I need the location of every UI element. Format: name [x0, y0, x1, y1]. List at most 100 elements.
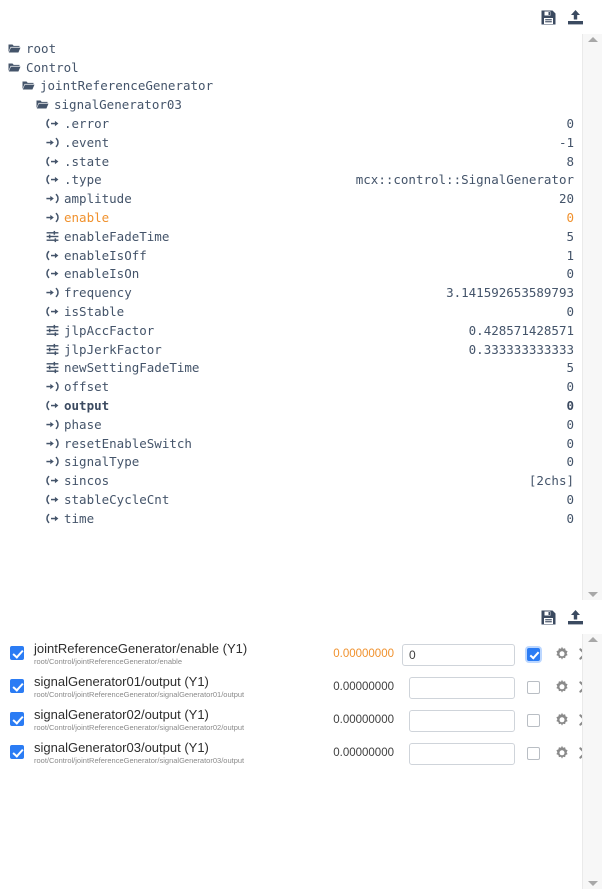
- folder-icon: [8, 42, 21, 55]
- save-icon[interactable]: [540, 9, 557, 26]
- upload-icon[interactable]: [567, 609, 584, 626]
- signal-enable-checkbox[interactable]: [10, 679, 24, 693]
- signal-enable-checkbox[interactable]: [10, 712, 24, 726]
- output-icon: [46, 155, 59, 168]
- tree-row-value: 8: [566, 153, 574, 169]
- tree-row-value: 0: [566, 398, 574, 414]
- gear-icon[interactable]: [554, 646, 570, 662]
- signal-write-toggle[interactable]: [527, 747, 540, 760]
- signal-name-block: signalGenerator02/output (Y1) root/Contro…: [34, 706, 302, 733]
- tree-row[interactable]: amplitude 20: [0, 189, 582, 208]
- tree-row[interactable]: .event -1: [0, 133, 582, 152]
- input-icon: [46, 380, 59, 393]
- tree-row-value: 0: [566, 435, 574, 451]
- input-icon: [46, 455, 59, 468]
- tree-row-label: jlpJerkFactor: [64, 341, 162, 357]
- signal-row-list: jointReferenceGenerator/enable (Y1) root/…: [0, 640, 582, 772]
- signal-value: 0.00000000: [333, 648, 394, 660]
- tree-row[interactable]: stableCycleCnt 0: [0, 490, 582, 509]
- tree-row-label: offset: [64, 379, 110, 395]
- signal-scrollbar[interactable]: [582, 634, 602, 889]
- output-icon: [46, 512, 59, 525]
- scroll-up-arrow-icon[interactable]: [587, 637, 598, 642]
- tree-row-value: 3.141592653589793: [446, 285, 574, 301]
- tree-row[interactable]: enableIsOff 1: [0, 246, 582, 265]
- signal-enable-checkbox[interactable]: [10, 646, 24, 660]
- tree-row[interactable]: isStable 0: [0, 302, 582, 321]
- param-icon: [46, 230, 59, 243]
- tree-row[interactable]: enableFadeTime 5: [0, 227, 582, 246]
- tree-row[interactable]: Control: [0, 58, 582, 77]
- tree-scrollbar[interactable]: [582, 34, 602, 600]
- save-icon[interactable]: [540, 609, 557, 626]
- tree-row-value: 0: [566, 454, 574, 470]
- tree-row[interactable]: offset 0: [0, 377, 582, 396]
- tree-row[interactable]: frequency 3.141592653589793: [0, 283, 582, 302]
- gear-icon[interactable]: [554, 712, 570, 728]
- tree-row-value: 0.333333333333: [468, 341, 574, 357]
- tree-row-label: root: [26, 40, 57, 56]
- tree-row[interactable]: jlpAccFactor 0.428571428571: [0, 321, 582, 340]
- tree-row[interactable]: .type mcx::control::SignalGenerator: [0, 171, 582, 190]
- tree-row[interactable]: .error 0: [0, 114, 582, 133]
- tree-row[interactable]: root: [0, 39, 582, 58]
- tree-row[interactable]: time 0: [0, 509, 582, 528]
- signal-title: jointReferenceGenerator/enable (Y1): [34, 641, 248, 656]
- tree-row-label: phase: [64, 416, 102, 432]
- signal-value-input[interactable]: [409, 710, 515, 732]
- tree-row[interactable]: sincos [2chs]: [0, 471, 582, 490]
- tree-row[interactable]: signalGenerator03: [0, 95, 582, 114]
- tree-row[interactable]: .state 8: [0, 152, 582, 171]
- tree-row[interactable]: jlpJerkFactor 0.333333333333: [0, 340, 582, 359]
- signal-write-toggle[interactable]: [527, 648, 540, 661]
- signal-value-input[interactable]: [409, 743, 515, 765]
- param-icon: [46, 324, 59, 337]
- tree-row[interactable]: newSettingFadeTime 5: [0, 359, 582, 378]
- tree-row[interactable]: enable 0: [0, 208, 582, 227]
- tree-row-label: .type: [64, 172, 102, 188]
- tree-row[interactable]: resetEnableSwitch 0: [0, 434, 582, 453]
- tree-row-value: 0.428571428571: [468, 322, 574, 338]
- scroll-down-arrow-icon[interactable]: [587, 592, 598, 597]
- scroll-down-arrow-icon[interactable]: [587, 881, 598, 886]
- signal-list-panel: jointReferenceGenerator/enable (Y1) root/…: [0, 634, 602, 889]
- tree-row-value: 5: [566, 360, 574, 376]
- tree-row-label: enableFadeTime: [64, 228, 170, 244]
- output-icon: [46, 249, 59, 262]
- signal-path: root/Control/jointReferenceGenerator/sig…: [34, 756, 245, 765]
- param-icon: [46, 361, 59, 374]
- tree-row-value: 0: [566, 266, 574, 282]
- signal-name-block: signalGenerator01/output (Y1) root/Contro…: [34, 673, 302, 700]
- param-icon: [46, 343, 59, 356]
- tree-row[interactable]: phase 0: [0, 415, 582, 434]
- tree-row-label: time: [64, 510, 95, 526]
- tree-row[interactable]: output 0: [0, 396, 582, 415]
- tree-row[interactable]: signalType 0: [0, 453, 582, 472]
- tree-row-value: -1: [558, 134, 574, 150]
- signal-path: root/Control/jointReferenceGenerator/sig…: [34, 690, 245, 699]
- signal-value-input[interactable]: [402, 644, 515, 666]
- signal-value: 0.00000000: [333, 714, 394, 726]
- signal-path: root/Control/jointReferenceGenerator/ena…: [34, 657, 183, 666]
- output-icon: [46, 474, 59, 487]
- tree-row[interactable]: jointReferenceGenerator: [0, 77, 582, 96]
- tree-row[interactable]: enableIsOn 0: [0, 265, 582, 284]
- signal-value-input[interactable]: [409, 677, 515, 699]
- tree-row-label: enable: [64, 210, 110, 226]
- input-icon: [46, 211, 59, 224]
- tree-row-label: resetEnableSwitch: [64, 435, 192, 451]
- scroll-up-arrow-icon[interactable]: [587, 37, 598, 42]
- gear-icon[interactable]: [554, 745, 570, 761]
- gear-icon[interactable]: [554, 679, 570, 695]
- tree-row-label: stableCycleCnt: [64, 492, 170, 508]
- signal-row: signalGenerator02/output (Y1) root/Contro…: [0, 706, 582, 739]
- signal-row: signalGenerator03/output (Y1) root/Contro…: [0, 739, 582, 772]
- signal-enable-checkbox[interactable]: [10, 745, 24, 759]
- tree-row-label: frequency: [64, 285, 132, 301]
- tree-row-label: signalType: [64, 454, 140, 470]
- signal-write-toggle[interactable]: [527, 714, 540, 727]
- tree-row-label: newSettingFadeTime: [64, 360, 200, 376]
- upload-icon[interactable]: [567, 9, 584, 26]
- tree-row-value: 0: [566, 304, 574, 320]
- signal-write-toggle[interactable]: [527, 681, 540, 694]
